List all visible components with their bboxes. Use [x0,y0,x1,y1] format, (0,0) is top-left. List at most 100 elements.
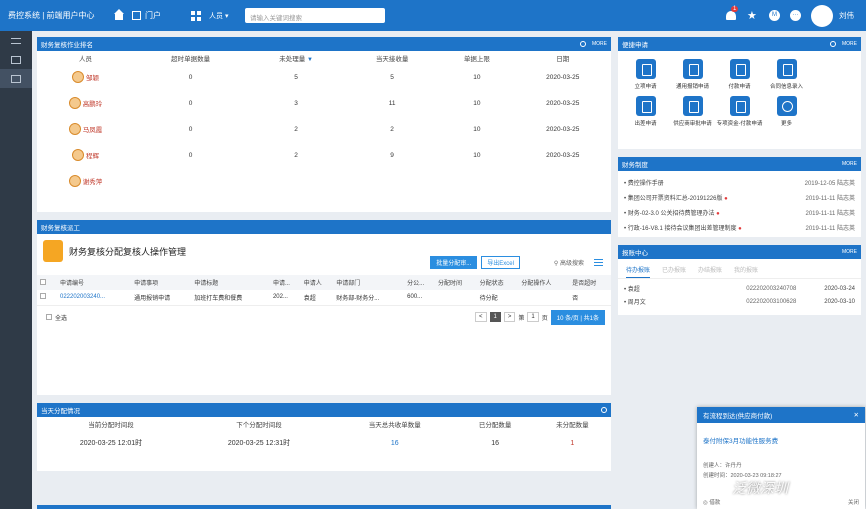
tab-closed[interactable]: 办结报账 [698,265,722,278]
refresh-icon[interactable] [830,41,836,47]
review-panel: 财务复核派工 财务复核分配复核人操作管理 批量分配审... 导出Excel ⚲ … [37,220,611,395]
tab-mine[interactable]: 我的报账 [734,265,758,278]
search-input[interactable]: 请输入关键词搜索 [245,8,385,23]
reports-panel: 报账中心 MORE 待办报账 已办报账 办结报账 我的报账 • 袁超 022202… [618,245,861,315]
bottom-panel [37,505,611,509]
nav-item-table[interactable] [0,69,32,88]
table-row: 谢秀萍 [37,168,611,194]
cell: 5 [294,73,298,81]
ranking-table: 人员 超时单据数量 未处理量 ▼ 当天接收量 单据上限 日期 邹颖 0 5 5 10 20… [37,51,611,194]
app-grid-icon[interactable] [191,10,201,21]
avatar[interactable] [811,4,833,27]
goto-page-input[interactable]: 1 [527,312,539,322]
app-special-fund[interactable]: 专项资金-付款申请 [716,96,763,127]
task-title: 财务复核分配复核人操作管理 [69,246,187,257]
col-overtime: 是否超时 [569,275,611,290]
contract-icon [776,59,797,79]
list-item[interactable]: • 集团公司开票资料汇总-20191226版 ● 2019-11-11 陆志英 [618,190,861,205]
col-operator: 分配操作人 [518,275,570,290]
list-item[interactable]: • 财务-02-3.0 公关招待费管理办法 ● 2019-11-11 陆志英 [618,205,861,220]
tab-done[interactable]: 已办报账 [662,265,686,278]
table-icon [11,74,21,83]
username[interactable]: 刘伟 [839,10,854,21]
more-link[interactable]: MORE [842,161,857,167]
message-icon[interactable]: M [769,10,780,21]
select-all[interactable]: 全选 [37,313,67,322]
nav-item-calendar[interactable] [0,50,32,69]
col-pending[interactable]: 未处理量 ▼ [247,51,345,64]
avatar-icon [68,97,81,109]
cell: 10 [473,125,481,133]
col-date: 申请... [269,275,301,290]
tab-pending[interactable]: 待办报账 [626,265,651,278]
portal-menu[interactable]: 门户 [132,10,161,21]
more-link[interactable]: MORE [842,249,857,255]
cell: 否 [569,290,611,306]
watermark: 泛微深圳 [732,480,788,496]
chat-icon[interactable]: ··· [790,10,801,21]
popup-link[interactable]: 泰付附保3月功能性服务费 [703,435,859,445]
batch-assign-button[interactable]: 批量分配审... [430,256,478,269]
app-payment-request[interactable]: 付款申请 [716,59,763,90]
ranking-title: 财务复核作业排名 [41,42,93,49]
app-more[interactable]: 更多 [763,96,810,127]
popup-action-button[interactable]: ◎ 借款 [703,498,720,506]
popup-title: 有流程到达(供应商付款) [703,413,773,420]
request-no-link[interactable]: 022202003240... [57,290,132,306]
app-reimburse-request[interactable]: 通用报销申请 [669,59,716,90]
more-link[interactable]: MORE [842,41,857,47]
popup-close-button[interactable]: 关闭 [848,498,859,506]
list-item[interactable]: • 费控操作手册 2019-12-05 陆志英 [618,175,861,190]
list-item[interactable]: • 行政-16-V8.1 接待会议集团出差管理制度 ● 2019-11-11 陆志… [618,220,861,235]
cell: 10 [473,151,481,159]
cell: 0 [188,125,193,133]
payment-icon [729,59,750,79]
row-checkbox[interactable] [40,293,46,300]
star-icon[interactable]: ★ [747,10,759,22]
avatar-icon [68,175,81,187]
list-item[interactable]: • 周月文 022202003100628 2020-03-10 [618,295,861,308]
advanced-search-link[interactable]: ⚲ 高级搜索 [554,258,584,267]
person-name: 程辉 [86,153,100,160]
table-row[interactable]: 022202003240... 通用报销申请 加班打车费和餐费 202... 袁… [37,290,611,306]
prev-page-button[interactable]: < [475,312,487,322]
refresh-icon[interactable] [580,41,586,47]
search-type-select[interactable]: 人员 ▾ [209,11,245,21]
app-supplier-request[interactable]: 供应商审批申请 [669,96,716,127]
left-nav [0,31,32,509]
app-project-request[interactable]: 立项申请 [622,59,669,90]
page-1-button[interactable]: 1 [489,312,501,322]
home-icon[interactable] [112,8,126,23]
sort-desc-icon[interactable]: ▼ [307,57,313,63]
next-page-button[interactable]: > [503,312,516,322]
close-icon[interactable]: ✕ [854,411,859,419]
menu-icon [11,37,21,44]
select-all-checkbox[interactable] [46,314,52,320]
col-no: 申请编号 [57,275,132,290]
popup-creator: 创建人：许丹丹 [703,463,742,469]
cell: 2020-03-25 12:01时 [79,440,143,447]
cell: 5 [390,73,394,81]
page-size-select[interactable]: 10 条/页 | 共1条 [550,309,605,325]
list-item[interactable]: • 袁超 022202003240708 2020-03-24 [618,282,861,295]
nav-menu-toggle[interactable] [0,31,32,50]
table-row: 程辉 0 2 9 10 2020-03-25 [37,142,611,168]
list-view-icon[interactable] [594,259,603,266]
more-link[interactable]: MORE [592,41,607,47]
col-assign-time: 分配时间 [435,275,477,290]
header-checkbox[interactable] [40,278,46,285]
refresh-icon[interactable] [601,407,607,413]
page-unit-label: 页 [541,315,548,322]
col-overtime: 超时单据数量 [171,55,211,63]
shield-icon [729,96,750,116]
app-travel-request[interactable]: 出差申请 [622,96,669,127]
briefcase-icon [635,96,656,116]
more-apps-icon [776,96,797,116]
app-contract-entry[interactable]: 合同信息录入 [763,59,810,90]
cell: 1 [570,439,575,447]
review-title: 财务复核派工 [41,225,80,232]
col-dept: 申请部门 [333,275,405,290]
export-excel-button[interactable]: 导出Excel [481,256,520,269]
notification-badge: 1 [731,5,739,12]
bell-icon[interactable]: 1 [725,5,739,22]
